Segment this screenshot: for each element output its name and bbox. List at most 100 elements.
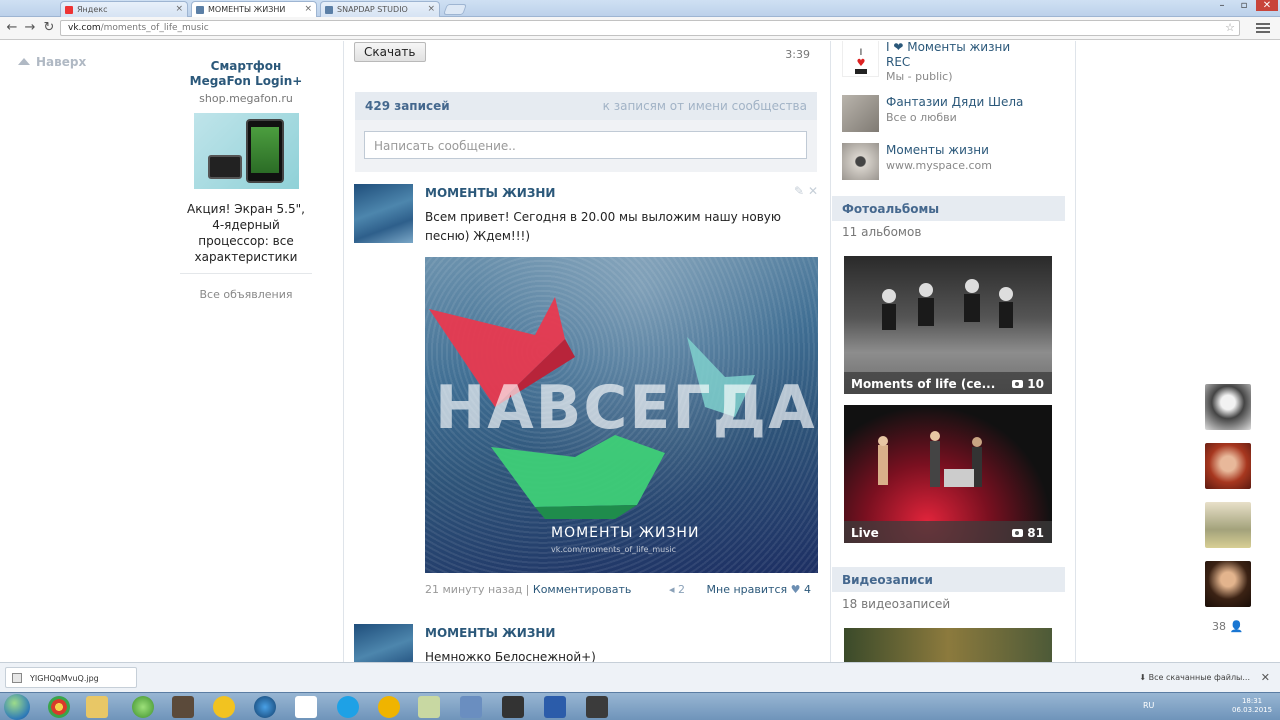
app-icon[interactable] <box>172 696 194 718</box>
close-tab-icon[interactable]: × <box>175 4 183 14</box>
camera-icon <box>1012 529 1024 537</box>
ad-site[interactable]: shop.megafon.ru <box>180 92 312 105</box>
app-icon[interactable] <box>502 696 524 718</box>
bookmark-star-icon[interactable]: ☆ <box>1225 21 1235 34</box>
post-photo-title: НАВСЕГДА <box>435 373 817 443</box>
tab-yandex[interactable]: Яндекс × <box>60 1 188 17</box>
video-thumbnail[interactable] <box>844 628 1052 662</box>
close-window-icon[interactable]: ✕ <box>1256 0 1278 11</box>
group-item[interactable]: Моменты жизни www.myspace.com <box>842 143 1072 183</box>
videos-count[interactable]: 18 видеозаписей <box>842 597 950 611</box>
globe-icon[interactable] <box>254 696 276 718</box>
all-ads-link[interactable]: Все объявления <box>180 288 312 301</box>
headphones-icon[interactable] <box>213 696 235 718</box>
group-item[interactable]: Фантазии Дяди Шела Все о любви <box>842 95 1072 135</box>
group-subtitle: Все о любви <box>886 111 957 124</box>
phone-image <box>245 119 284 183</box>
back-to-top-link[interactable]: Наверх <box>18 55 86 69</box>
system-clock[interactable]: 18:31 06.03.2015 <box>1232 697 1272 715</box>
maximize-icon[interactable]: ▫ <box>1234 0 1254 11</box>
back-arrow-icon[interactable]: ← <box>4 20 20 36</box>
new-tab-button[interactable] <box>442 4 468 15</box>
comment-link[interactable]: Комментировать <box>533 583 631 596</box>
forward-arrow-icon[interactable]: → <box>22 20 38 36</box>
close-tab-icon[interactable]: × <box>304 4 312 14</box>
ad-image[interactable] <box>193 113 299 189</box>
folder-icon[interactable] <box>86 696 108 718</box>
like-button[interactable]: Мне нравится ♥ 4 <box>707 583 811 596</box>
phone-image <box>207 155 242 179</box>
word-icon[interactable] <box>544 696 566 718</box>
skype-icon[interactable] <box>337 696 359 718</box>
minimize-icon[interactable]: – <box>1212 0 1232 11</box>
download-button[interactable]: Скачать <box>354 42 426 62</box>
community-posts-toggle[interactable]: к записям от имени сообщества <box>603 99 807 113</box>
close-downloads-icon[interactable]: ✕ <box>1261 671 1270 684</box>
friend-avatar[interactable] <box>1205 502 1251 548</box>
group-name[interactable]: Фантазии Дяди Шела <box>886 95 1023 110</box>
photo-album[interactable]: Live 81 <box>844 405 1052 543</box>
tab-snapdap[interactable]: SNAPDAP STUDIO × <box>320 1 440 17</box>
group-thumbnail[interactable] <box>842 143 879 180</box>
camera-icon <box>1012 380 1024 388</box>
tab-moments[interactable]: МОМЕНТЫ ЖИЗНИ × <box>191 1 317 17</box>
wall-post-count[interactable]: 429 записей <box>365 99 450 113</box>
group-name[interactable]: Моменты жизни <box>886 143 989 158</box>
address-bar[interactable]: vk.com/moments_of_life_music ☆ <box>60 20 1240 36</box>
wall-message-input[interactable]: Написать сообщение.. <box>364 131 807 159</box>
photo-album[interactable]: Moments of life (се... 10 <box>844 256 1052 394</box>
friend-avatar[interactable] <box>1205 561 1251 607</box>
online-friends-panel: 38 👤 <box>1200 384 1256 633</box>
post-photo-url: vk.com/moments_of_life_music <box>551 545 677 554</box>
album-count-value: 81 <box>1027 526 1044 540</box>
friend-avatar[interactable] <box>1205 384 1251 430</box>
app-icon[interactable] <box>586 696 608 718</box>
app-icon[interactable] <box>418 696 440 718</box>
wall-header: 429 записей к записям от имени сообществ… <box>355 92 817 120</box>
wall-composer: Написать сообщение.. <box>355 120 817 172</box>
media-icon[interactable] <box>132 696 154 718</box>
vk-favicon-icon <box>196 6 204 14</box>
edit-icon[interactable]: ✎ <box>794 184 804 198</box>
post-author[interactable]: МОМЕНТЫ ЖИЗНИ <box>425 626 555 640</box>
group-subtitle: Мы - public) <box>886 70 953 83</box>
videos-header[interactable]: Видеозаписи <box>832 567 1065 592</box>
share-count: 2 <box>678 583 686 596</box>
browser-menu-icon[interactable] <box>1256 21 1270 35</box>
group-item[interactable]: I ♥ I ❤ Моменты жизни REC Мы - public) <box>842 41 1072 85</box>
album-count: 81 <box>1012 526 1044 540</box>
reload-icon[interactable]: ↻ <box>41 20 57 36</box>
ad-title[interactable]: Смартфон MegaFon Login+ <box>180 59 312 89</box>
url-host: vk.com <box>68 23 101 33</box>
audio-duration: 3:39 <box>785 48 810 61</box>
share-button[interactable]: ◂ 2 <box>669 583 685 596</box>
post-photo[interactable]: НАВСЕГДА МОМЕНТЫ ЖИЗНИ vk.com/moments_of… <box>425 257 818 573</box>
post-time[interactable]: 21 минуту назад <box>425 583 522 596</box>
avatar[interactable] <box>354 624 413 662</box>
friend-avatar[interactable] <box>1205 443 1251 489</box>
album-name: Live <box>851 526 879 540</box>
online-friends-count[interactable]: 38 👤 <box>1212 620 1256 633</box>
start-button[interactable] <box>4 694 30 720</box>
avatar[interactable] <box>354 184 413 243</box>
chrome-icon[interactable] <box>48 696 70 718</box>
group-thumbnail[interactable] <box>842 95 879 132</box>
group-name[interactable]: I ❤ Моменты жизни REC <box>886 41 1036 70</box>
heart-icon: ♥ <box>790 583 801 596</box>
photo-albums-count[interactable]: 11 альбомов <box>842 225 921 239</box>
group-thumbnail[interactable]: I ♥ <box>842 41 879 77</box>
post-author[interactable]: МОМЕНТЫ ЖИЗНИ <box>425 186 555 200</box>
language-indicator[interactable]: RU <box>1143 701 1154 710</box>
wall-post: МОМЕНТЫ ЖИЗНИ ✎ ✕ Всем привет! Сегодня в… <box>354 184 818 604</box>
photo-albums-header[interactable]: Фотоальбомы <box>832 196 1065 221</box>
app-icon[interactable] <box>378 696 400 718</box>
image-file-icon <box>12 673 22 683</box>
show-all-downloads-link[interactable]: ⬇ Все скачанные файлы... <box>1139 673 1250 682</box>
delete-icon[interactable]: ✕ <box>808 184 818 198</box>
app-icon[interactable] <box>295 696 317 718</box>
app-icon[interactable] <box>460 696 482 718</box>
download-item[interactable]: YIGHQqMvuQ.jpg <box>5 667 137 688</box>
heart-logo-icon: I♥ <box>853 43 869 76</box>
ad-text[interactable]: Акция! Экран 5.5", 4-ядерный процессор: … <box>180 201 312 265</box>
close-tab-icon[interactable]: × <box>427 4 435 14</box>
